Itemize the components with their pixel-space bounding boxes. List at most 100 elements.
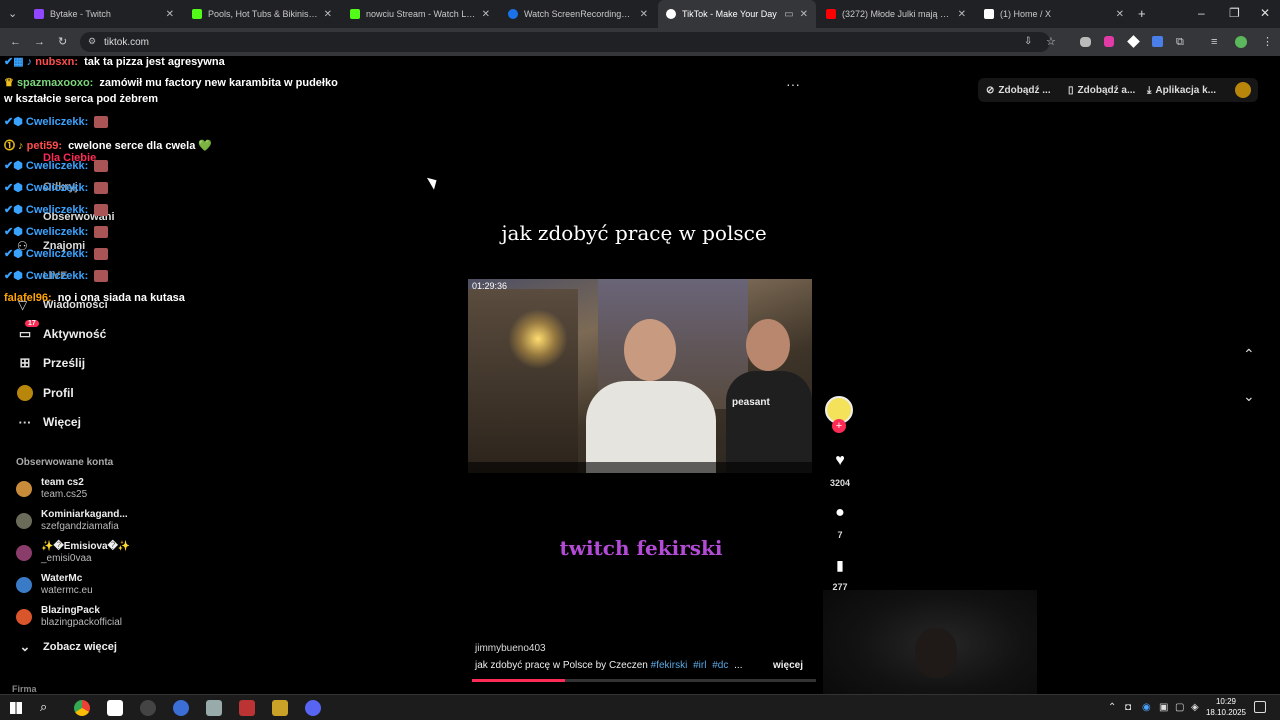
extension-incognito-icon[interactable] [1080, 37, 1091, 47]
x-logo-icon [984, 9, 994, 19]
chat-message: ✔⬢ Cweliczekk: [4, 269, 109, 283]
close-icon[interactable]: ✕ [800, 9, 808, 20]
tab-screenrecording[interactable]: Watch ScreenRecording_10-15 ✕ [500, 0, 656, 28]
chat-username: peti59: [26, 140, 63, 152]
see-more-button[interactable]: ⌄ Zobacz więcej [16, 636, 117, 658]
tray-app-icon[interactable]: ▢ [1175, 702, 1184, 713]
follow-plus-icon[interactable]: + [832, 419, 846, 433]
extension-shield-icon[interactable] [1104, 36, 1114, 47]
app-icon[interactable] [206, 700, 222, 716]
media-icon[interactable]: ▭ [784, 9, 793, 20]
sidebar-item-przeslij[interactable]: ⊞ Prześlij [16, 352, 85, 374]
hashtag-link[interactable]: #irl [693, 660, 706, 671]
sidebar-item-aktywnosc[interactable]: ▭ 17 Aktywność [16, 320, 106, 345]
clock-time[interactable]: 10:29 [1208, 697, 1244, 706]
close-icon[interactable]: ✕ [166, 9, 174, 20]
crown-icon: ♛ [4, 77, 14, 89]
previous-video-button[interactable]: ⌃ [1243, 346, 1255, 363]
tab-tiktok[interactable]: TikTok - Make Your Day ▭ ✕ [658, 0, 816, 28]
tab-youtube[interactable]: (3272) Młode Julki mają dość! ✕ [818, 0, 974, 28]
more-button[interactable]: więcej [773, 660, 803, 671]
clock-date[interactable]: 18.10.2025 [1202, 708, 1250, 717]
stream-overlay-bar [468, 462, 812, 473]
tray-chevron-icon[interactable]: ⌃ [1108, 702, 1116, 713]
save-button[interactable]: ▮ 277 [822, 557, 858, 590]
progress-track[interactable] [472, 679, 816, 682]
video-player[interactable]: peasant 01:29:36 [468, 279, 812, 473]
tab-kick-pools[interactable]: Pools, Hot Tubs & Bikinis Stream ✕ [184, 0, 340, 28]
close-icon[interactable]: ✕ [482, 9, 490, 20]
reload-icon[interactable]: ↻ [58, 36, 67, 48]
reading-list-icon[interactable]: ≡ [1211, 36, 1217, 48]
address-bar[interactable]: ⚙ tiktok.com ⇩ ☆ [80, 32, 1056, 52]
close-icon[interactable]: ✕ [324, 9, 332, 20]
sidebar-item-profil[interactable]: Profil [16, 382, 74, 404]
tray-app-icon[interactable]: ◘ [1125, 702, 1131, 713]
emote-icon [94, 204, 109, 217]
hashtag-link[interactable]: #dc [712, 660, 728, 671]
window-close-icon[interactable]: ✕ [1260, 6, 1270, 20]
close-icon[interactable]: ✕ [958, 9, 966, 20]
back-icon[interactable]: ← [10, 36, 21, 48]
followed-account[interactable]: team cs2 team.cs25 [16, 475, 87, 503]
comment-button[interactable]: ● 7 [822, 504, 858, 540]
tab-twitch[interactable]: Bytake - Twitch ✕ [26, 0, 182, 28]
app-icon[interactable] [140, 700, 156, 716]
tray-app-icon[interactable]: ◉ [1142, 702, 1151, 713]
profile-avatar-icon[interactable] [1235, 36, 1247, 48]
browser-menu-icon[interactable]: ⋮ [1262, 36, 1273, 48]
followed-accounts-title: Obserwowane konta [16, 457, 114, 468]
next-video-button[interactable]: ⌄ [1243, 388, 1255, 405]
followed-account[interactable]: WaterMc watermc.eu [16, 571, 93, 599]
chat-message: ✔⬢ Cweliczekk: [4, 203, 109, 217]
discord-icon[interactable] [305, 700, 321, 716]
followed-account[interactable]: BlazingPack blazingpackofficial [16, 603, 122, 631]
heart-icon: ♥ [835, 452, 845, 469]
forward-icon[interactable]: → [34, 36, 45, 48]
close-icon[interactable]: ✕ [640, 9, 648, 20]
bookmark-star-icon[interactable]: ☆ [1046, 35, 1056, 48]
company-label[interactable]: Firma [12, 684, 37, 694]
tray-app-icon[interactable]: ▣ [1159, 702, 1168, 713]
windows-start-icon[interactable] [10, 702, 22, 714]
site-info-icon[interactable]: ⚙ [88, 36, 96, 47]
video-author[interactable]: jimmybueno403 [475, 643, 546, 654]
extensions-puzzle-icon[interactable]: ⧉ [1176, 36, 1184, 48]
app-icon[interactable] [173, 700, 189, 716]
chrome-icon[interactable] [74, 700, 90, 716]
emote-icon [94, 160, 109, 173]
network-icon[interactable]: ◈ [1191, 702, 1199, 713]
notification-icon[interactable] [1254, 701, 1266, 713]
tab-kick-nowciu[interactable]: nowciu Stream - Watch Live on ✕ [342, 0, 498, 28]
kick-icon [350, 9, 360, 19]
like-count: 3204 [829, 478, 851, 488]
file-explorer-icon[interactable] [107, 700, 123, 716]
avatar [16, 513, 32, 529]
chat-text: zamówił mu factory new karambita w pudeł… [99, 77, 338, 89]
minimize-icon[interactable]: – [1198, 6, 1205, 20]
install-icon[interactable]: ⇩ [1024, 36, 1032, 47]
restore-icon[interactable]: ❐ [1229, 6, 1240, 20]
avatar [16, 545, 32, 561]
app-icon[interactable] [239, 700, 255, 716]
video-more-options-icon[interactable]: ··· [786, 76, 800, 92]
followed-account[interactable]: Kominiarkagand... szefgandziamafia [16, 507, 128, 535]
search-icon[interactable]: ⌕ [40, 699, 47, 715]
desktop-app-pill[interactable]: ⤓ Aplikacja k... [1147, 78, 1216, 102]
app-icon[interactable] [272, 700, 288, 716]
close-icon[interactable]: ✕ [1116, 9, 1124, 20]
extension-blue-icon[interactable] [1152, 36, 1163, 47]
badge-icon: ✔⬢ [4, 160, 23, 172]
get-app-pill[interactable]: ▯ Zdobądź a... [1068, 78, 1135, 102]
sidebar-item-wiecej[interactable]: ··· Więcej [16, 411, 81, 433]
tab-search-button[interactable]: ⌄ [8, 7, 17, 20]
hashtag-link[interactable]: #fekirski [651, 660, 688, 671]
extension-diamond-icon[interactable] [1127, 35, 1140, 48]
tiktok-icon [666, 9, 676, 19]
like-button[interactable]: ♥ 3204 [822, 452, 858, 488]
user-avatar[interactable] [1235, 82, 1251, 98]
get-coins-pill[interactable]: ⊘ Zdobądź ... [986, 78, 1051, 102]
new-tab-button[interactable]: + [1138, 6, 1146, 21]
followed-account[interactable]: ✨�Emisiova�✨ _emisi0vaa [16, 539, 130, 567]
tab-x[interactable]: (1) Home / X ✕ [976, 0, 1132, 28]
